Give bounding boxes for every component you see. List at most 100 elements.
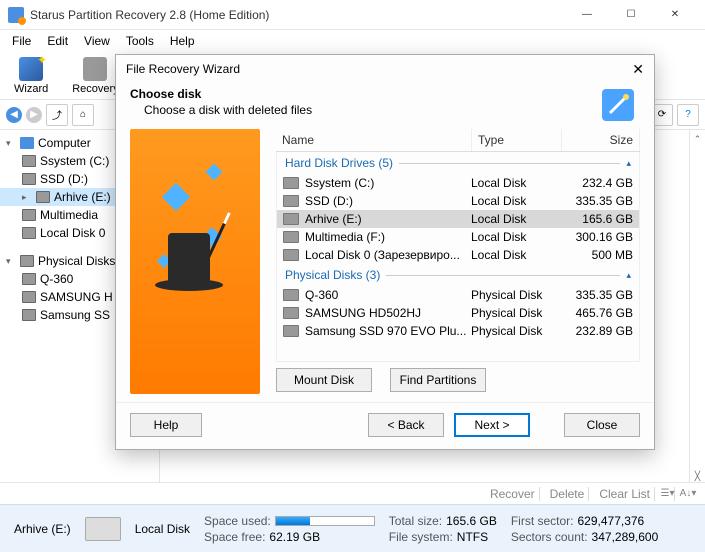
disk-size: 232.4 GB [561,176,633,190]
nav-home-button[interactable]: ⌂ [72,104,94,126]
disk-row[interactable]: Samsung SSD 970 EVO Plu...Physical Disk2… [277,322,639,340]
first-sector-value: 629,477,376 [578,514,645,528]
disk-size: 165.6 GB [561,212,633,226]
first-sector-label: First sector: [511,514,574,528]
clear-list-action[interactable]: Clear List [595,487,655,501]
disk-type: Local Disk [471,194,561,208]
disk-row[interactable]: Multimedia (F:)Local Disk300.16 GB [277,228,639,246]
tree-label: Arhive (E:) [54,190,111,204]
col-size[interactable]: Size [562,129,640,151]
find-partitions-button[interactable]: Find Partitions [390,368,486,392]
minimize-button[interactable]: ― [565,0,609,30]
tree-label: Local Disk 0 [40,226,105,240]
disk-type: Local Disk [471,212,561,226]
group-phys-label: Physical Disks (3) [285,268,380,282]
disk-size: 335.35 GB [561,288,633,302]
sort-icon[interactable]: A↓▾ [681,487,695,501]
window-titlebar: Starus Partition Recovery 2.8 (Home Edit… [0,0,705,30]
disk-name: Local Disk 0 (Зарезервиро... [305,248,471,262]
back-button[interactable]: < Back [368,413,444,437]
chevron-up-icon[interactable]: ▴ [626,158,631,169]
disk-type: Local Disk [471,176,561,190]
menu-file[interactable]: File [4,32,39,50]
wizard-label: Wizard [14,83,48,95]
col-name[interactable]: Name [276,129,472,151]
nav-up-button[interactable]: ⤴ [46,104,68,126]
menu-edit[interactable]: Edit [39,32,76,50]
disk-row[interactable]: SSD (D:)Local Disk335.35 GB [277,192,639,210]
status-actions: Recover Delete Clear List ☰▾ A↓▾ [0,482,705,504]
col-type[interactable]: Type [472,129,562,151]
bottom-drive-name: Arhive (E:) [14,522,71,536]
view-list-icon[interactable]: ☰▾ [661,487,675,501]
nav-forward-button[interactable]: ▶ [26,107,42,123]
app-icon [8,7,24,23]
disk-icon [22,209,36,221]
disk-icon [283,325,299,337]
dialog-subheading: Choose a disk with deleted files [130,101,640,117]
close-button[interactable]: ✕ [653,0,697,30]
disk-row[interactable]: Q-360Physical Disk335.35 GB [277,286,639,304]
disk-type: Physical Disk [471,288,561,302]
disk-row[interactable]: Ssystem (C:)Local Disk232.4 GB [277,174,639,192]
menu-view[interactable]: View [76,32,118,50]
disk-row[interactable]: SAMSUNG HD502HJPhysical Disk465.76 GB [277,304,639,322]
mount-disk-button[interactable]: Mount Disk [276,368,372,392]
recovery-label: Recovery [72,83,118,95]
nav-back-button[interactable]: ◀ [6,107,22,123]
tree-label: Samsung SS [40,308,110,322]
disk-icon [283,289,299,301]
dialog-close-button[interactable]: ✕ [632,61,644,78]
disk-size: 300.16 GB [561,230,633,244]
expand-icon[interactable]: ▸ [22,192,32,203]
collapse-icon[interactable]: ▾ [6,138,16,149]
disk-icon [283,249,299,261]
info-button[interactable]: ? [677,104,699,126]
disk-row[interactable]: Arhive (E:)Local Disk165.6 GB [277,210,639,228]
disk-name: Multimedia (F:) [305,230,471,244]
tree-label: Computer [38,136,91,150]
group-phys[interactable]: Physical Disks (3) ▴ [277,264,639,286]
disk-size: 500 MB [561,248,633,262]
dialog-footer: Help < Back Next > Close [116,402,654,449]
tree-label: Ssystem (C:) [40,154,109,168]
maximize-button[interactable]: ☐ [609,0,653,30]
close-button[interactable]: Close [564,413,640,437]
space-used-label: Space used: [204,514,271,528]
list-body[interactable]: Hard Disk Drives (5)▴ Ssystem (C:)Local … [276,152,640,362]
window-title: Starus Partition Recovery 2.8 (Home Edit… [30,8,565,22]
disk-size: 232.89 GB [561,324,633,338]
tree-label: Physical Disks [38,254,115,268]
disk-row[interactable]: Local Disk 0 (Зарезервиро...Local Disk50… [277,246,639,264]
disk-icon [22,155,36,167]
disk-icon [283,231,299,243]
scrollbar[interactable]: ⌃╳ [689,130,705,482]
list-header: Name Type Size [276,129,640,152]
collapse-icon[interactable]: ▾ [6,256,16,267]
disk-size: 335.35 GB [561,194,633,208]
tree-label: Q-360 [40,272,73,286]
menu-help[interactable]: Help [162,32,203,50]
tree-label: SAMSUNG H [40,290,113,304]
group-hdd-label: Hard Disk Drives (5) [285,156,393,170]
help-button[interactable]: Help [130,413,202,437]
disk-icon [22,227,36,239]
dialog-titlebar: File Recovery Wizard ✕ [116,55,654,83]
wizard-illustration [130,129,260,394]
disk-name: SAMSUNG HD502HJ [305,306,471,320]
recover-action[interactable]: Recover [486,487,540,501]
wizard-button[interactable]: Wizard [8,55,54,97]
disk-icon [283,177,299,189]
group-hdd[interactable]: Hard Disk Drives (5) ▴ [277,152,639,174]
disk-icon [22,173,36,185]
dialog-body: Name Type Size Hard Disk Drives (5) ▴ Ssy… [116,121,654,402]
chevron-up-icon[interactable]: ▴ [626,270,631,281]
menubar: File Edit View Tools Help [0,30,705,52]
menu-tools[interactable]: Tools [118,32,162,50]
delete-action[interactable]: Delete [546,487,590,501]
disk-name: Ssystem (C:) [305,176,471,190]
next-button[interactable]: Next > [454,413,530,437]
wizard-dialog: File Recovery Wizard ✕ Choose disk Choos… [115,54,655,450]
disk-list-panel: Name Type Size Hard Disk Drives (5) ▴ Ssy… [276,129,640,394]
disk-type: Physical Disk [471,306,561,320]
